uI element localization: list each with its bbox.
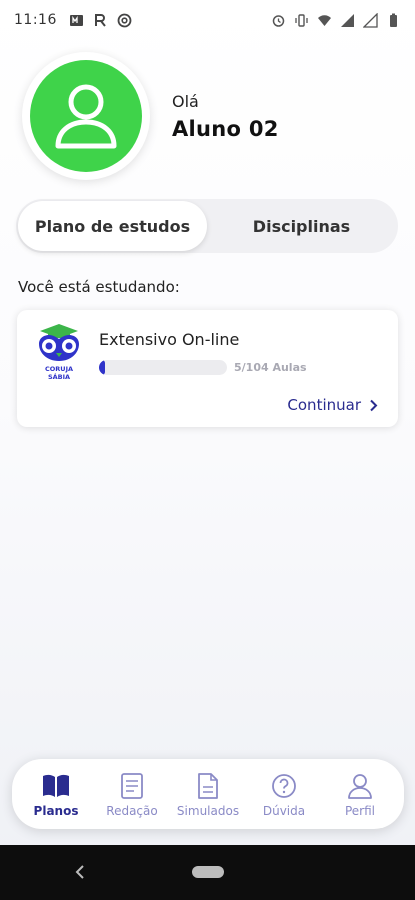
svg-text:CORUJA: CORUJA xyxy=(45,365,73,373)
course-progress-bar xyxy=(99,360,227,375)
svg-text:SÁBIA: SÁBIA xyxy=(48,372,70,381)
user-avatar-icon xyxy=(55,84,117,149)
nav-label: Redação xyxy=(106,803,158,818)
system-nav-bar xyxy=(0,845,415,900)
nav-item-perfil[interactable]: Perfil xyxy=(324,771,396,818)
tab-study-plan[interactable]: Plano de estudos xyxy=(18,201,207,251)
r-app-icon xyxy=(93,13,108,28)
wifi-icon xyxy=(317,13,332,28)
signal-icon xyxy=(340,13,355,28)
greeting-text: Olá xyxy=(172,91,199,111)
nav-label: Planos xyxy=(33,803,79,818)
tab-switcher: Plano de estudos Disciplinas xyxy=(16,199,398,253)
question-icon xyxy=(269,771,299,801)
continue-button[interactable]: Continuar xyxy=(287,396,378,414)
user-name: Aluno 02 xyxy=(172,116,279,141)
avatar-ring[interactable] xyxy=(22,52,150,180)
file-icon xyxy=(193,771,223,801)
course-progress-fill xyxy=(99,360,106,375)
media-icon xyxy=(69,13,84,28)
battery-icon xyxy=(386,13,401,28)
course-title: Extensivo On-line xyxy=(99,330,240,349)
book-icon xyxy=(41,771,71,801)
continue-label: Continuar xyxy=(287,396,361,414)
section-label: Você está estudando: xyxy=(18,278,180,296)
nav-label: Perfil xyxy=(344,803,376,818)
nav-label: Dúvida xyxy=(262,803,306,818)
nav-item-redacao[interactable]: Redação xyxy=(96,771,168,818)
signal-icon-2 xyxy=(363,12,378,28)
profile-header: Olá Aluno 02 xyxy=(22,52,279,180)
at-icon xyxy=(117,13,132,28)
nav-item-simulados[interactable]: Simulados xyxy=(172,771,244,818)
greeting-box: Olá Aluno 02 xyxy=(172,92,279,141)
vibrate-icon xyxy=(294,13,309,28)
tab-disciplines[interactable]: Disciplinas xyxy=(207,201,396,251)
course-card[interactable]: CORUJA SÁBIA Extensivo On-line 5/104 Aul… xyxy=(17,310,398,427)
person-icon xyxy=(345,771,375,801)
bottom-nav: Planos Redação Simulados Dúvida Perfil xyxy=(12,759,404,829)
status-time: 11:16 xyxy=(14,12,57,28)
avatar xyxy=(30,60,142,172)
nav-item-duvida[interactable]: Dúvida xyxy=(248,771,320,818)
status-notification-icons xyxy=(69,13,132,28)
status-bar: 11:16 xyxy=(0,0,415,40)
coruja-sabia-logo: CORUJA SÁBIA xyxy=(34,322,84,384)
nav-label: Simulados xyxy=(176,803,240,818)
document-icon xyxy=(117,771,147,801)
system-home-button[interactable] xyxy=(192,866,224,878)
nav-item-planos[interactable]: Planos xyxy=(20,771,92,818)
system-back-button[interactable] xyxy=(70,861,90,883)
back-chevron-icon xyxy=(75,865,84,879)
chevron-right-icon xyxy=(370,399,378,411)
course-progress-text: 5/104 Aulas xyxy=(234,361,307,374)
status-system-icons xyxy=(271,12,401,28)
alarm-icon xyxy=(271,13,286,28)
